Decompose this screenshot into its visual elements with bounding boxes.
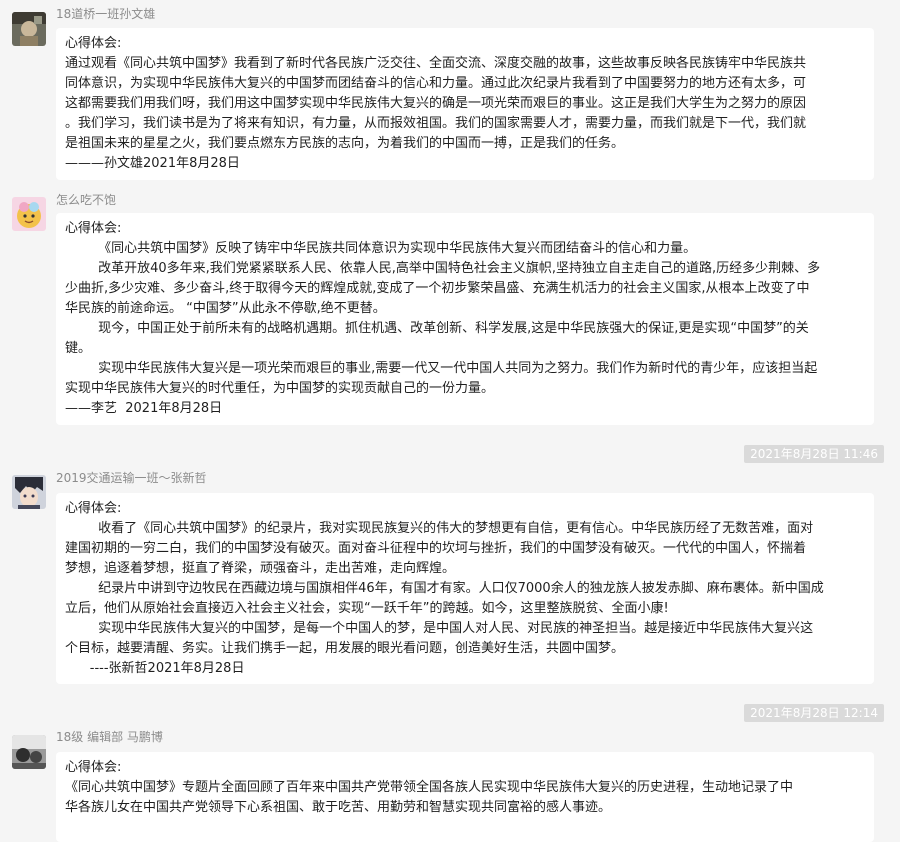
timestamp: 2021年8月28日 11:46: [744, 445, 884, 463]
message-line: 实现中华民族伟大复兴的时代重任，为中国梦的实现贡献自己的一份力量。: [65, 381, 495, 396]
message-line: 纪录片中讲到守边牧民在西藏边境与国旗相伴46年，有国才有家。人口仅7000余人的…: [65, 581, 824, 596]
message-line: 《同心共筑中国梦》专题片全面回顾了百年来中国共产党带领全国各族人民实现中华民族伟…: [65, 780, 794, 795]
sender-name[interactable]: 2019交通运输一班～张新哲: [56, 470, 207, 486]
sender-name[interactable]: 18级 编辑部 马鹏博: [56, 729, 163, 745]
message-line: 少曲折,多少灾难、多少奋斗,终于取得今天的辉煌成就,变成了一个初步繁荣昌盛、充满…: [65, 281, 810, 296]
avatar[interactable]: [12, 197, 46, 231]
message-line: 这都需要我们用我们呀，我们用这中国梦实现中华民族伟大复兴的确是一项光荣而艰巨的事…: [65, 96, 807, 111]
message-line: 建国初期的一穷二白，我们的中国梦没有破灭。面对奋斗征程中的坎坷与挫折，我们的中国…: [65, 541, 807, 556]
avatar-photo-icon: [12, 12, 46, 46]
message-line: 心得体会:: [65, 760, 122, 775]
message-line: 心得体会:: [65, 501, 122, 516]
message-line: ———孙文雄2021年8月28日: [65, 156, 240, 171]
message-bubble: 心得体会: 《同心共筑中国梦》反映了铸牢中华民族共同体意识为实现中华民族伟大复兴…: [56, 213, 874, 425]
message-line: 梦想，追逐着梦想，挺直了脊梁，顽强奋斗，走出苦难，走向辉煌。: [65, 561, 456, 576]
avatar[interactable]: [12, 735, 46, 769]
message-line: 收看了《同心共筑中国梦》的纪录片，我对实现民族复兴的伟大的梦想更有自信，更有信心…: [65, 521, 814, 536]
sender-name[interactable]: 18道桥一班孙文雄: [56, 6, 155, 22]
message-line: 个目标，越要清醒、务实。让我们携手一起，用发展的眼光看问题，创造美好生活，共圆中…: [65, 641, 625, 656]
message-line: 。我们学习，我们读书是为了将来有知识，有力量，从而报效祖国。我们的国家需要人才，…: [65, 116, 807, 131]
avatar[interactable]: [12, 475, 46, 509]
message-line: 心得体会:: [65, 36, 122, 51]
message-line: 改革开放40多年来,我们党紧紧联系人民、依靠人民,高举中国特色社会主义旗帜,坚持…: [65, 261, 821, 276]
message-bubble: 心得体会: 收看了《同心共筑中国梦》的纪录片，我对实现民族复兴的伟大的梦想更有自…: [56, 493, 874, 684]
message-line: ----张新哲2021年8月28日: [65, 661, 245, 676]
message-line: 《同心共筑中国梦》反映了铸牢中华民族共同体意识为实现中华民族伟大复兴而团结奋斗的…: [65, 241, 697, 256]
message-line: 是祖国未来的星星之火，我们要点燃东方民族的志向，为着我们的中国而一搏，正是我们的…: [65, 136, 625, 151]
message-line: 现今，中国正处于前所未有的战略机遇期。抓住机遇、改革创新、科学发展,这是中华民族…: [65, 321, 809, 336]
message-bubble: 心得体会: 《同心共筑中国梦》专题片全面回顾了百年来中国共产党带领全国各族人民实…: [56, 752, 874, 842]
timestamp: 2021年8月28日 12:14: [744, 704, 884, 722]
message-line: 实现中华民族伟大复兴的中国梦，是每一个中国人的梦，是中国人对人民、对民族的神圣担…: [65, 621, 814, 636]
avatar[interactable]: [12, 12, 46, 46]
message-line: 通过观看《同心共筑中国梦》我看到了新时代各民族广泛交往、全面交流、深度交融的故事…: [65, 56, 807, 71]
message-line: 立后，他们从原始社会直接迈入社会主义社会，实现“一跃千年”的跨越。如今，这里整族…: [65, 601, 669, 616]
message-line: 华各族儿女在中国共产党领导下心系祖国、敢于吃苦、用勤劳和智慧实现共同富裕的感人事…: [65, 800, 612, 815]
message-line: ——李艺 2021年8月28日: [65, 401, 223, 416]
sender-name[interactable]: 怎么吃不饱: [56, 192, 116, 208]
avatar-bw-photo-icon: [12, 735, 46, 769]
message-bubble: 心得体会: 通过观看《同心共筑中国梦》我看到了新时代各民族广泛交往、全面交流、深…: [56, 28, 874, 180]
message-line: 同体意识，为实现中华民族伟大复兴的中国梦而团结奋斗的信心和力量。通过此次纪录片我…: [65, 76, 807, 91]
message-line: 华民族的前途命运。 “中国梦”从此永不停歇,绝不更替。: [65, 301, 386, 316]
avatar-cartoon-icon: [12, 197, 46, 231]
message-line: 实现中华民族伟大复兴是一项光荣而艰巨的事业,需要一代又一代中国人共同为之努力。我…: [65, 361, 818, 376]
message-line: 键。: [65, 341, 92, 356]
avatar-anime-icon: [12, 475, 46, 509]
message-line: 心得体会:: [65, 221, 122, 236]
